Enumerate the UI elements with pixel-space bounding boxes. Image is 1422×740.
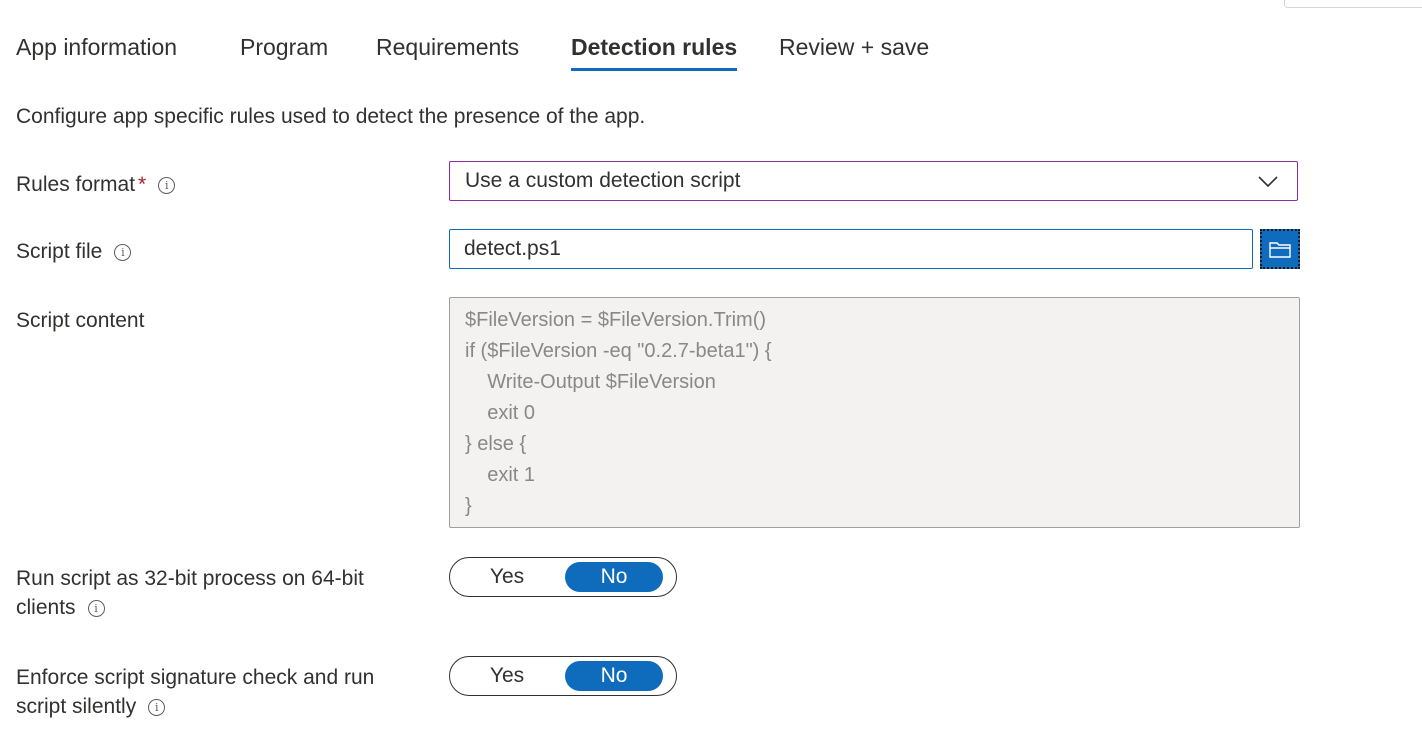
- run-32bit-label-line1: Run script as 32-bit process on 64-bit: [16, 567, 364, 590]
- tab-detection-rules[interactable]: Detection rules: [571, 34, 738, 71]
- script-file-label: Script file i: [16, 237, 132, 266]
- enforce-signature-no-option[interactable]: No: [565, 661, 663, 691]
- tab-requirements[interactable]: Requirements: [376, 34, 519, 71]
- script-file-input[interactable]: detect.ps1: [449, 229, 1253, 269]
- enforce-signature-label: Enforce script signature check and run s…: [16, 663, 374, 721]
- top-right-panel-edge: [1284, 0, 1422, 8]
- folder-icon: [1269, 242, 1291, 258]
- enforce-signature-toggle[interactable]: Yes No: [449, 656, 677, 696]
- rules-format-selected-value: Use a custom detection script: [465, 169, 741, 192]
- script-line: exit 0: [465, 402, 536, 424]
- browse-file-button[interactable]: [1260, 229, 1300, 269]
- run-32bit-label-line2: clients: [16, 596, 76, 619]
- script-file-label-text: Script file: [16, 240, 103, 263]
- run-32bit-label: Run script as 32-bit process on 64-bit c…: [16, 564, 364, 622]
- enforce-signature-label-line2-wrap: script silently i: [16, 692, 374, 721]
- rules-format-dropdown[interactable]: Use a custom detection script: [449, 161, 1298, 201]
- tab-review-save[interactable]: Review + save: [779, 34, 929, 71]
- info-icon[interactable]: i: [87, 600, 105, 617]
- enforce-signature-label-line2: script silently: [16, 695, 137, 718]
- rules-format-label-text: Rules format: [16, 173, 136, 196]
- page-description: Configure app specific rules used to det…: [16, 105, 646, 128]
- script-line: exit 1: [465, 464, 536, 486]
- chevron-down-icon: [1258, 176, 1278, 188]
- script-line: $FileVersion = $FileVersion.Trim(): [465, 309, 767, 331]
- tab-program[interactable]: Program: [240, 34, 328, 71]
- tab-app-information[interactable]: App information: [16, 34, 177, 71]
- script-content-label: Script content: [16, 309, 145, 332]
- run-32bit-label-line2-wrap: clients i: [16, 593, 364, 622]
- script-line: } else {: [465, 433, 527, 455]
- enforce-signature-label-line1: Enforce script signature check and run: [16, 666, 375, 689]
- run-32bit-no-option[interactable]: No: [565, 562, 663, 592]
- info-icon[interactable]: i: [158, 177, 176, 194]
- run-32bit-yes-option[interactable]: Yes: [458, 562, 556, 592]
- info-icon[interactable]: i: [114, 244, 132, 261]
- rules-format-label: Rules format * i: [16, 170, 176, 199]
- info-icon[interactable]: i: [148, 699, 166, 716]
- script-line: }: [465, 495, 472, 517]
- required-marker: *: [138, 173, 147, 196]
- run-32bit-toggle[interactable]: Yes No: [449, 557, 677, 597]
- script-line: if ($FileVersion -eq "0.2.7-beta1") {: [465, 340, 772, 362]
- script-line: Write-Output $FileVersion: [465, 371, 716, 393]
- script-content-box: ——— ————— — —————————— $FileVersion = $F…: [449, 297, 1300, 528]
- enforce-signature-yes-option[interactable]: Yes: [458, 661, 556, 691]
